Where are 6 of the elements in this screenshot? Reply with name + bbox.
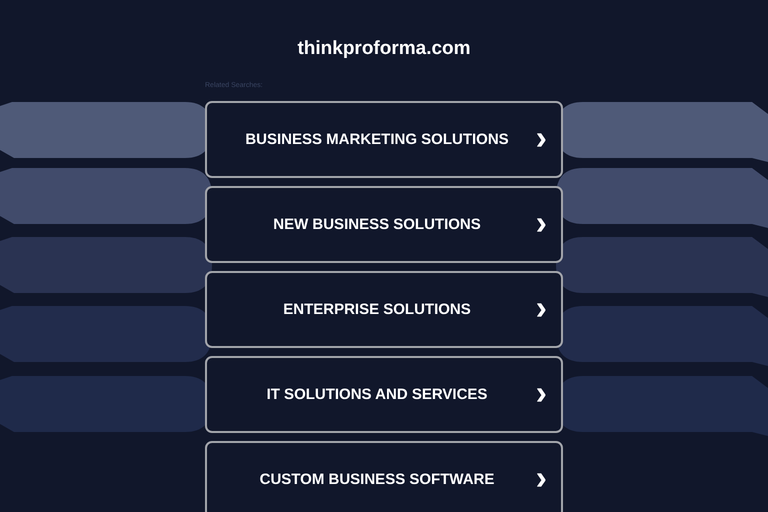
related-search-link[interactable]: ENTERPRISE SOLUTIONS › [205, 271, 563, 348]
related-search-link[interactable]: CUSTOM BUSINESS SOFTWARE › [205, 441, 563, 512]
related-search-link[interactable]: BUSINESS MARKETING SOLUTIONS › [205, 101, 563, 178]
site-title: thinkproforma.com [297, 38, 471, 60]
related-search-link[interactable]: NEW BUSINESS SOLUTIONS › [205, 186, 563, 263]
related-search-link[interactable]: IT SOLUTIONS AND SERVICES › [205, 356, 563, 433]
